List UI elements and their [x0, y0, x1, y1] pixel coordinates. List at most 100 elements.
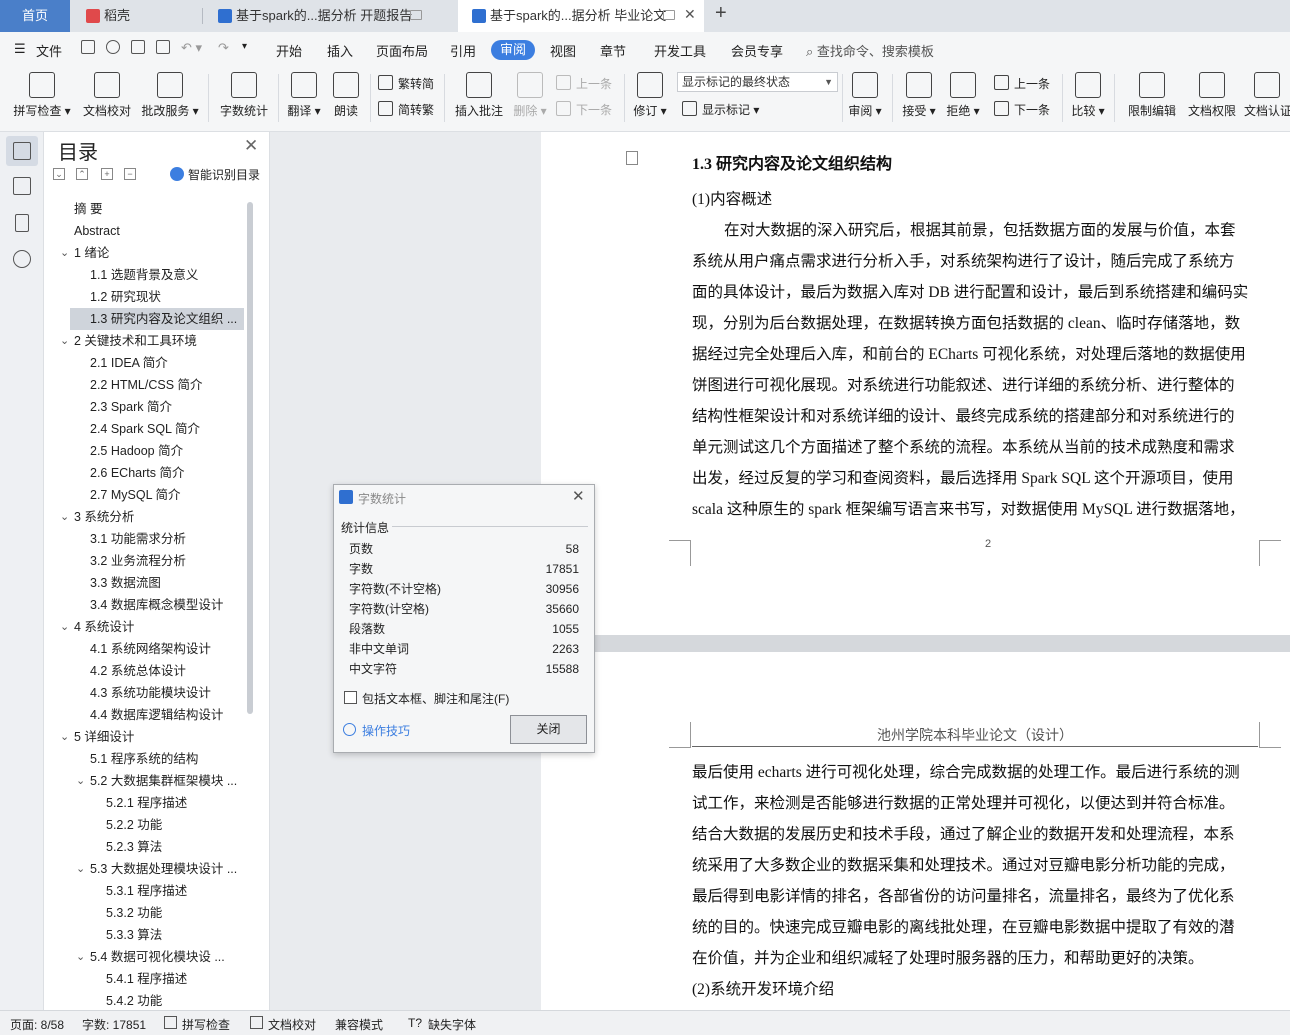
close-icon[interactable]: ✕	[572, 487, 585, 505]
delete-comment-button[interactable]: 删除 ▾	[510, 72, 550, 119]
toc-item[interactable]: 4.1 系统网络架构设计	[44, 638, 249, 660]
chevron-down-icon[interactable]: ⌄	[76, 770, 85, 792]
status-spellcheck[interactable]: 拼写检查	[182, 1016, 230, 1033]
chevron-down-icon[interactable]: ⌄	[60, 330, 69, 352]
reject-button[interactable]: 拒绝 ▾	[944, 72, 982, 119]
close-tab-icon[interactable]: ✕	[684, 6, 696, 23]
toc-item[interactable]: 2.7 MySQL 简介	[44, 484, 249, 506]
collapse-all-icon[interactable]: ⌄	[53, 168, 65, 180]
include-textbox-label[interactable]: 包括文本框、脚注和尾注(F)	[362, 690, 509, 707]
bookmark-icon[interactable]	[15, 214, 29, 232]
toc-item[interactable]: Abstract	[44, 220, 249, 242]
toc-item[interactable]: ⌄ 5.4 数据可视化模块设 ...	[44, 946, 249, 968]
restrict-edit-button[interactable]: 限制编辑	[1124, 72, 1180, 119]
toc-item[interactable]: 摘 要	[44, 198, 249, 220]
smart-toc-button[interactable]: 智能识别目录	[170, 166, 260, 183]
read-aloud-button[interactable]: 朗读	[328, 72, 364, 119]
spellcheck-button[interactable]: 拼写检查 ▾	[10, 72, 74, 119]
menu-dev[interactable]: 开发工具	[654, 41, 706, 60]
markup-state-select[interactable]: 显示标记的最终状态 ▼	[677, 72, 838, 92]
add-heading-icon[interactable]: +	[101, 168, 113, 180]
section-heading[interactable]: 1.3 研究内容及论文组织结构	[692, 150, 892, 174]
menu-chapter[interactable]: 章节	[600, 41, 626, 60]
doc-permission-button[interactable]: 文档权限	[1184, 72, 1240, 119]
doc-cert-button[interactable]: 文档认证	[1244, 72, 1290, 119]
compare-button[interactable]: 比较 ▾	[1068, 72, 1108, 119]
tab-docer[interactable]: 稻壳	[72, 0, 202, 32]
annot-service-button[interactable]: 批改服务 ▾	[138, 72, 202, 119]
toc-icon[interactable]	[13, 142, 31, 160]
toc-item[interactable]: ⌄ 5.2 大数据集群框架模块 ...	[44, 770, 249, 792]
output-icon[interactable]	[106, 40, 120, 54]
chevron-down-icon[interactable]: ⌄	[60, 506, 69, 528]
redo-icon[interactable]: ↷	[218, 40, 229, 56]
page-header[interactable]: 池州学院本科毕业论文（设计）	[692, 725, 1258, 745]
toc-item[interactable]: 2.4 Spark SQL 简介	[44, 418, 249, 440]
chevron-down-icon[interactable]: ⌄	[76, 858, 85, 880]
outline-icon[interactable]	[13, 177, 31, 195]
toc-item[interactable]: ⌄ 5 详细设计	[44, 726, 249, 748]
close-icon[interactable]: ✕	[244, 136, 258, 156]
toc-item[interactable]: ⌄ 1 绪论	[44, 242, 249, 264]
tips-link[interactable]: 操作技巧	[362, 722, 410, 739]
new-tab-icon[interactable]: +	[715, 2, 727, 25]
toc-item[interactable]: 2.6 ECharts 简介	[44, 462, 249, 484]
toc-item[interactable]: 2.1 IDEA 简介	[44, 352, 249, 374]
toc-item[interactable]: 3.1 功能需求分析	[44, 528, 249, 550]
hamburger-icon[interactable]: ☰	[14, 41, 26, 57]
simp-to-trad-button[interactable]: 简转繁	[378, 101, 434, 118]
toc-item[interactable]: 4.2 系统总体设计	[44, 660, 249, 682]
toc-item[interactable]: 5.3.1 程序描述	[44, 880, 249, 902]
chevron-down-icon[interactable]: ⌄	[76, 946, 85, 968]
trad-to-simp-button[interactable]: 繁转简	[378, 75, 434, 92]
close-button[interactable]: 关闭	[510, 715, 587, 744]
toc-item[interactable]: 3.2 业务流程分析	[44, 550, 249, 572]
word-count-button[interactable]: 字数统计	[216, 72, 272, 119]
doc-paragraph[interactable]: 在对大数据的深入研究后，根据其前景，包括数据方面的发展与价值，本套 系统从用户痛点…	[692, 215, 1260, 525]
track-changes-button[interactable]: 修订 ▾	[630, 72, 670, 119]
prev-change-button[interactable]: 上一条	[994, 75, 1050, 92]
toc-item[interactable]: 5.4.1 程序描述	[44, 968, 249, 990]
save-icon[interactable]	[81, 40, 95, 54]
toc-item[interactable]: 3.4 数据库概念模型设计	[44, 594, 249, 616]
search-command[interactable]: ⌕ 查找命令、搜索模板	[806, 41, 934, 60]
toc-item[interactable]: 5.3.3 算法	[44, 924, 249, 946]
toc-scrollbar[interactable]	[247, 202, 253, 714]
search-icon[interactable]	[13, 250, 31, 268]
toc-item[interactable]: 4.3 系统功能模块设计	[44, 682, 249, 704]
remove-heading-icon[interactable]: −	[124, 168, 136, 180]
preview-icon[interactable]	[156, 40, 170, 54]
toc-item[interactable]: 2.2 HTML/CSS 简介	[44, 374, 249, 396]
expand-up-icon[interactable]: ⌃	[76, 168, 88, 180]
menu-member[interactable]: 会员专享	[731, 41, 783, 60]
toc-item[interactable]: 2.5 Hadoop 简介	[44, 440, 249, 462]
toc-item[interactable]: 5.2.1 程序描述	[44, 792, 249, 814]
print-icon[interactable]	[131, 40, 145, 54]
word-count-indicator[interactable]: 字数: 17851	[82, 1016, 146, 1033]
next-comment-button[interactable]: 下一条	[556, 101, 612, 118]
chevron-down-icon[interactable]: ⌄	[60, 726, 69, 748]
toc-item[interactable]: 5.1 程序系统的结构	[44, 748, 249, 770]
prev-comment-button[interactable]: 上一条	[556, 75, 612, 92]
toc-item[interactable]: ⌄ 5.3 大数据处理模块设计 ...	[44, 858, 249, 880]
include-textbox-checkbox[interactable]	[344, 691, 357, 704]
menu-layout[interactable]: 页面布局	[376, 41, 428, 60]
insert-comment-button[interactable]: 插入批注	[452, 72, 506, 119]
toc-item[interactable]: ⌄ 3 系统分析	[44, 506, 249, 528]
doc-check-button[interactable]: 文档校对	[78, 72, 136, 119]
toc-item[interactable]: 5.2.3 算法	[44, 836, 249, 858]
toc-item[interactable]: 1.1 选题背景及意义	[44, 264, 249, 286]
toc-item[interactable]: 5.4.2 功能	[44, 990, 249, 1012]
show-markup-button[interactable]: 显示标记 ▾	[682, 101, 759, 118]
toc-item[interactable]: 4.4 数据库逻辑结构设计	[44, 704, 249, 726]
review-pane-button[interactable]: 审阅 ▾	[846, 72, 884, 119]
undo-icon[interactable]: ↶ ▾	[181, 40, 202, 56]
paragraph-menu-icon[interactable]	[626, 151, 638, 165]
menu-view[interactable]: 视图	[550, 41, 576, 60]
toc-item[interactable]: 1.3 研究内容及论文组织 ...	[70, 308, 244, 330]
subheading[interactable]: (1)内容概述	[692, 184, 1260, 215]
doc-paragraph[interactable]: 最后使用 echarts 进行可视化处理，综合完成数据的处理工作。最后进行系统的…	[692, 757, 1260, 1005]
menu-reference[interactable]: 引用	[450, 41, 476, 60]
toc-item[interactable]: ⌄ 4 系统设计	[44, 616, 249, 638]
toc-item[interactable]: ⌄ 2 关键技术和工具环境	[44, 330, 249, 352]
